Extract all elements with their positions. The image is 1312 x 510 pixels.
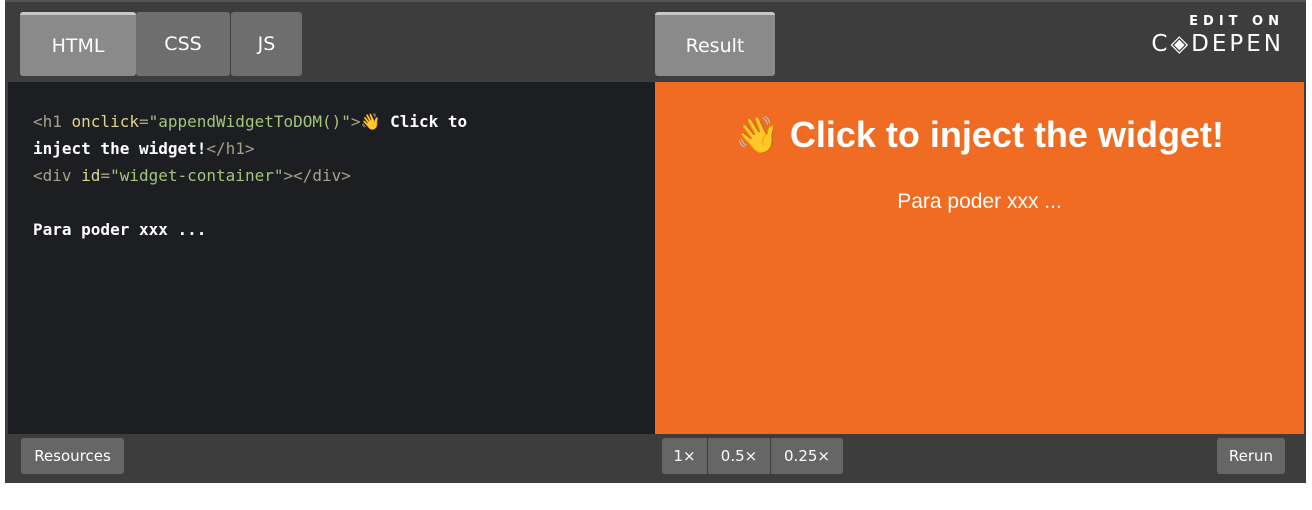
code-token: = — [100, 166, 111, 185]
tab-css[interactable]: CSS — [136, 12, 230, 76]
code-token: Para poder xxx ... — [33, 220, 207, 239]
tab-result[interactable]: Result — [655, 12, 775, 76]
rerun-button[interactable]: Rerun — [1217, 438, 1285, 474]
resources-button[interactable]: Resources — [21, 438, 124, 474]
code-token: inject the widget! — [33, 139, 207, 158]
tab-html[interactable]: HTML — [20, 12, 136, 76]
code-token: onclick — [71, 112, 139, 131]
code-token: = — [138, 112, 149, 131]
code-token: id — [81, 166, 101, 185]
zoom-0-5x-button[interactable]: 0.5× — [708, 438, 770, 474]
tab-js[interactable]: JS — [231, 12, 302, 76]
edit-on-label: EDIT ON — [1189, 14, 1284, 29]
codepen-embed: HTML CSS JS Result EDIT ON C◈DEPEN <h1 o… — [5, 0, 1306, 483]
code-token: "widget-container" — [110, 166, 284, 185]
zoom-0-25x-button[interactable]: 0.25× — [771, 438, 843, 474]
code-token: ></div> — [283, 166, 351, 185]
code-token: 👋 Click to — [360, 112, 468, 131]
code-token: <h1 — [33, 112, 72, 131]
zoom-1x-button[interactable]: 1× — [662, 438, 707, 474]
codepen-logo: C◈DEPEN — [1151, 31, 1284, 57]
code-token: </h1> — [206, 139, 255, 158]
code-token: > — [350, 112, 361, 131]
edit-on-codepen-link[interactable]: EDIT ON C◈DEPEN — [1151, 14, 1284, 57]
result-heading[interactable]: 👋 Click to inject the widget! — [655, 114, 1304, 156]
code-token: <div — [33, 166, 82, 185]
result-paragraph: Para poder xxx ... — [897, 190, 1062, 213]
html-code-editor[interactable]: <h1 onclick="appendWidgetToDOM()">👋 Clic… — [8, 82, 655, 434]
result-preview: 👋 Click to inject the widget! Para poder… — [655, 82, 1304, 434]
code-token: "appendWidgetToDOM()" — [148, 112, 351, 131]
